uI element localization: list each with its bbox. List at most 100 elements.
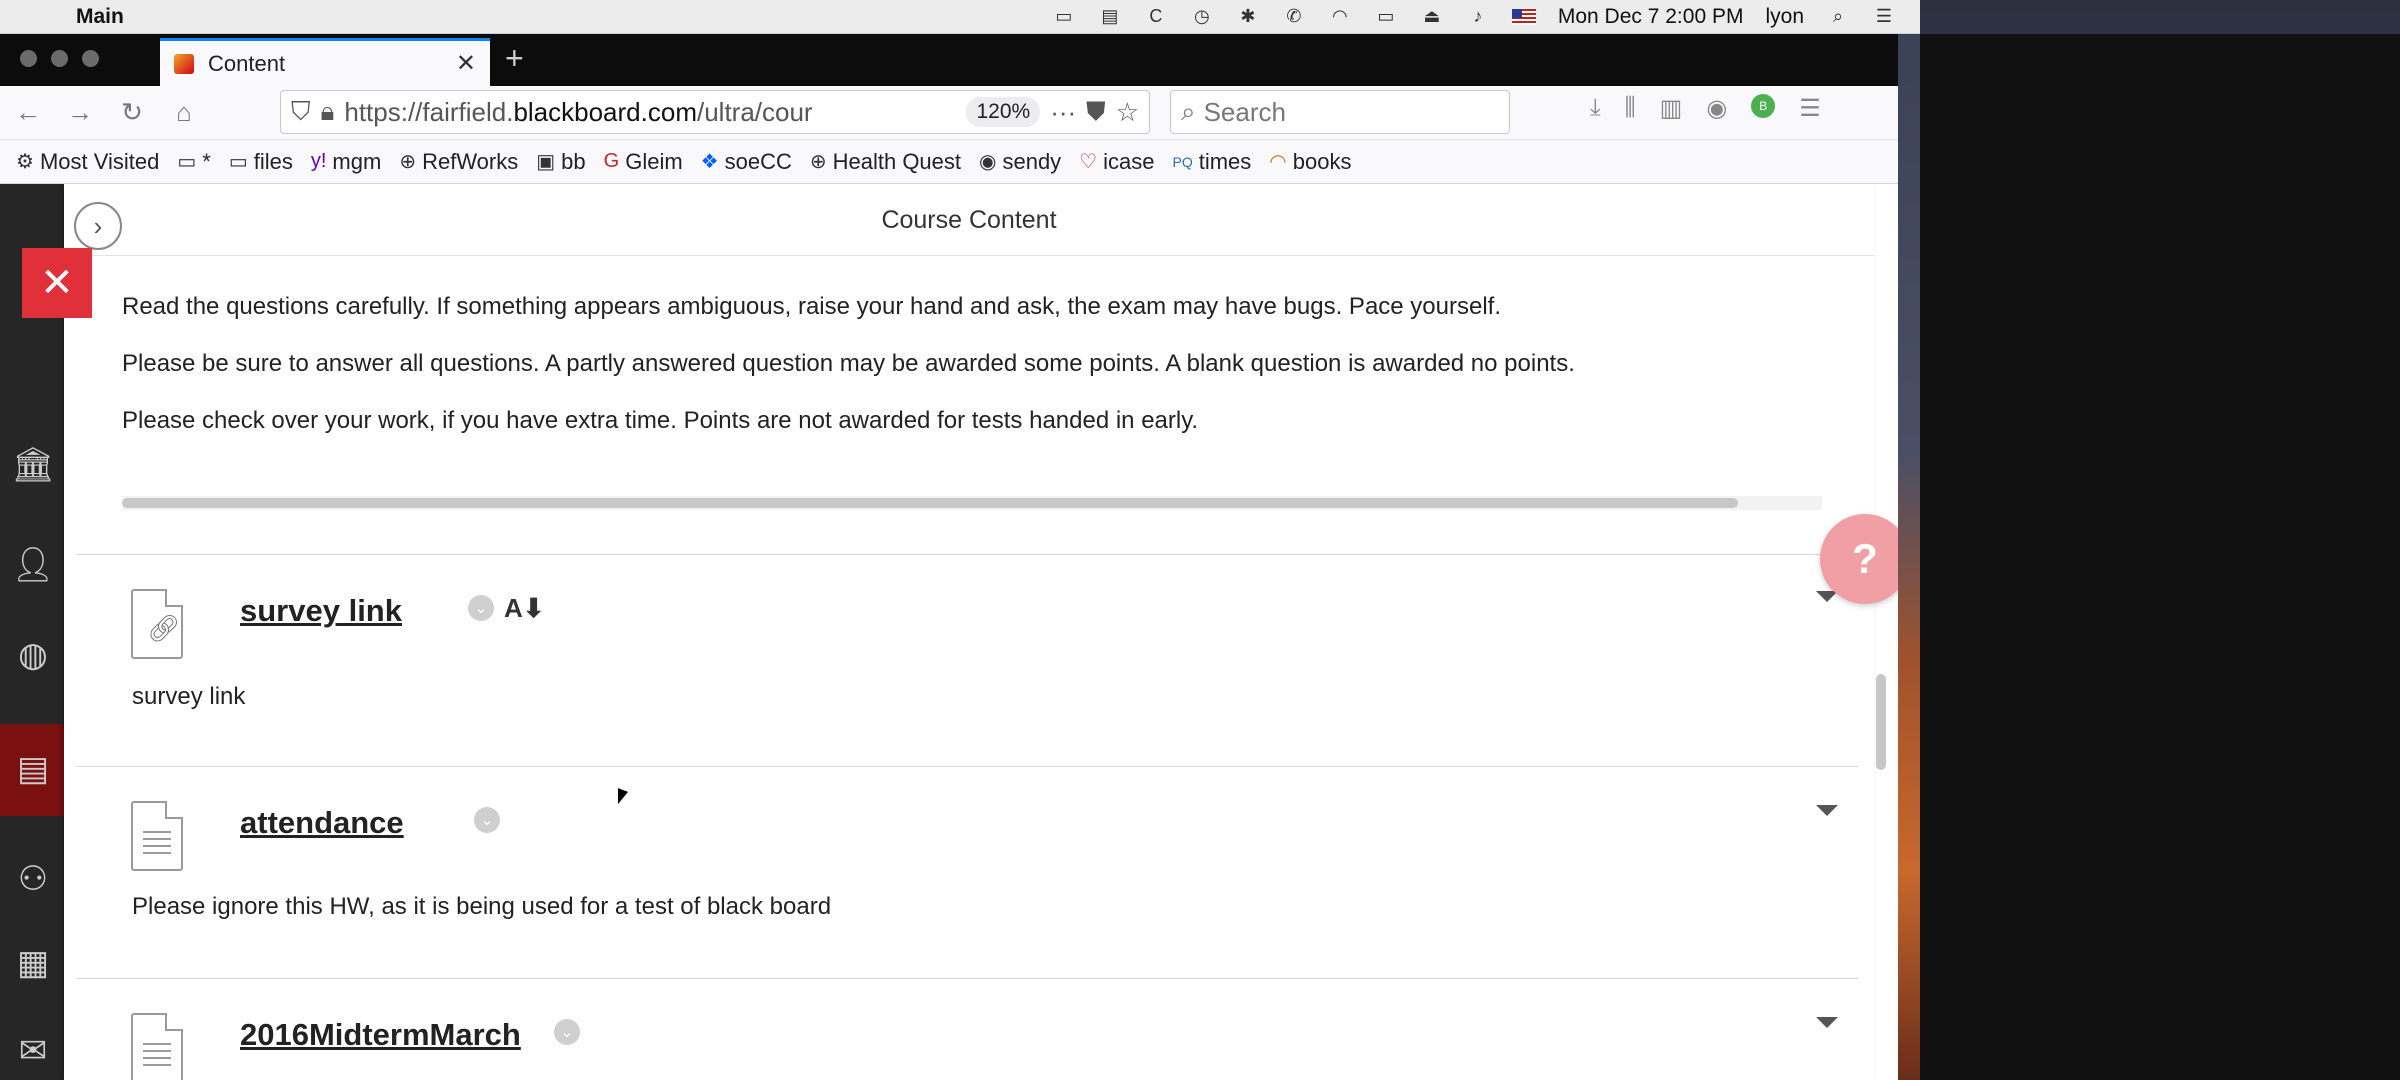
tracking-shield-icon[interactable]: ⛉ [291, 96, 311, 128]
menu-bar: Main ▭ ▤ C ◷ ✱ ✆ ◠ ▭ ⏏ ♪ Mon Dec 7 2:00 … [0, 0, 1920, 34]
content-item-attendance: attendance ⌄ Please ignore this HW, as i… [76, 766, 1858, 978]
document-lines [143, 1043, 171, 1069]
bookmark-soecc[interactable]: ❖ soeCC [701, 149, 792, 175]
panel-header: › Course Content [64, 184, 1874, 256]
bookmark-sendy[interactable]: ◉ sendy [979, 149, 1061, 175]
folder-icon: ▭ [177, 151, 197, 173]
expand-caret-icon[interactable] [1816, 805, 1838, 816]
content-item-2016midtermmarch: 2016MidtermMarch ⌄ [76, 978, 1858, 1080]
volume-icon[interactable]: ♪ [1466, 6, 1490, 27]
close-panel-button[interactable]: ✕ [22, 248, 92, 318]
input-source-flag-icon[interactable] [1511, 8, 1536, 25]
drive-icon[interactable]: ▤ [1098, 6, 1122, 27]
item-title-link[interactable]: 2016MidtermMarch [240, 1017, 521, 1053]
account-icon[interactable]: ◉ [1706, 94, 1727, 123]
messages-icon[interactable]: ✉ [14, 1032, 52, 1070]
item-options-icon[interactable]: ⌄ [546, 1019, 580, 1045]
tab-content[interactable]: Content ✕ [160, 38, 490, 86]
close-tab-icon[interactable]: ✕ [456, 49, 476, 78]
airplay-icon[interactable]: ▭ [1374, 6, 1398, 27]
instruction-line: Read the questions carefully. If somethi… [122, 293, 1502, 320]
horizontal-scrollbar[interactable] [122, 496, 1822, 510]
time-machine-icon[interactable]: ◷ [1190, 6, 1214, 27]
wifi-icon[interactable]: ◠ [1328, 6, 1352, 27]
hamburger-menu-icon[interactable]: ☰ [1799, 94, 1821, 123]
bookmark-most-visited[interactable]: ⚙ Most Visited [16, 149, 159, 175]
eject-icon[interactable]: ⏏ [1420, 6, 1444, 27]
item-title-link[interactable]: attendance [240, 805, 404, 841]
bookmark-times[interactable]: PQ times [1172, 149, 1251, 175]
expand-caret-icon[interactable] [1816, 1017, 1838, 1028]
document-lines [143, 831, 171, 857]
bookmark-gleim[interactable]: G Gleim [604, 149, 683, 175]
exam-instructions: Read the questions carefully. If somethi… [122, 256, 1822, 449]
bookmark-star-folder[interactable]: ▭ * [177, 149, 210, 175]
status-area: ▭ ▤ C ◷ ✱ ✆ ◠ ▭ ⏏ ♪ Mon Dec 7 2:00 PM ly… [1052, 5, 1920, 29]
extension-badge-icon[interactable]: B [1751, 94, 1776, 118]
bluetooth-icon[interactable]: ✱ [1236, 6, 1260, 27]
desktop-wallpaper-strip [1898, 34, 1920, 1080]
dropbox-icon: ❖ [700, 151, 719, 173]
page-actions-icon[interactable]: ··· [1050, 97, 1076, 128]
institution-icon[interactable]: 🏛︎ [11, 446, 54, 484]
download-icon[interactable]: ⤓ [1590, 94, 1601, 123]
bookmark-health-quest[interactable]: ⊕ Health Quest [810, 149, 961, 175]
item-options-icon[interactable]: ⌄ [460, 595, 494, 621]
bookmark-refworks[interactable]: ⊕ RefWorks [399, 149, 518, 175]
clipboard-icon[interactable]: C [1144, 6, 1168, 27]
groups-icon[interactable]: ⚇ [14, 860, 52, 898]
zoom-window-button[interactable] [82, 50, 99, 67]
document-icon [131, 801, 183, 871]
item-title-link[interactable]: survey link [240, 593, 402, 629]
notification-center-icon[interactable]: ☰ [1872, 6, 1896, 27]
folder-icon: ▭ [228, 151, 248, 173]
globe-icon[interactable]: ◍ [14, 636, 52, 674]
bookmark-books[interactable]: ◠ books [1269, 149, 1351, 175]
horizontal-scroll-thumb[interactable] [122, 498, 1738, 508]
phone-icon[interactable]: ✆ [1282, 6, 1306, 27]
reload-icon[interactable]: ↻ [114, 95, 150, 131]
zoom-level-indicator[interactable]: 120% [966, 97, 1041, 127]
link-document-icon: 🔗︎ [131, 589, 183, 659]
item-description: Please ignore this HW, as it is being us… [132, 893, 832, 920]
link-icon: 🔗︎ [147, 613, 181, 643]
home-icon[interactable]: ⌂ [166, 95, 202, 131]
new-tab-button[interactable]: + [505, 40, 524, 77]
window-controls [20, 50, 99, 67]
vertical-scroll-thumb[interactable] [1876, 674, 1886, 770]
profile-icon[interactable]: 👤︎ [11, 546, 54, 584]
clock[interactable]: Mon Dec 7 2:00 PM [1558, 5, 1744, 29]
back-arrow-icon[interactable]: ← [10, 95, 46, 131]
bookmark-icase[interactable]: ♡ icase [1079, 149, 1154, 175]
minimize-window-button[interactable] [51, 50, 68, 67]
tab-strip: Content ✕ + [0, 34, 1898, 86]
books-icon: ◠ [1269, 151, 1287, 173]
mouse-cursor [618, 788, 628, 808]
yahoo-icon: y! [310, 150, 327, 172]
bookmark-star-icon[interactable]: ☆ [1116, 97, 1139, 128]
bookmark-bb[interactable]: ▣ bb [536, 149, 585, 175]
pocket-icon[interactable]: ⛊ [1086, 96, 1106, 128]
lock-icon[interactable]: 🔒︎ [321, 96, 335, 128]
url-text[interactable]: https://fairfield.blackboard.com/ultra/c… [344, 97, 956, 128]
toolbar-right-icons: ⤓ ⫼ ▥ ◉ B ☰ [1590, 94, 1821, 123]
app-name[interactable]: Main [76, 5, 124, 29]
calendar-icon[interactable]: ▦ [14, 944, 52, 982]
printer-icon[interactable]: ▭ [1052, 6, 1076, 27]
close-window-button[interactable] [20, 50, 37, 67]
user-name[interactable]: lyon [1765, 5, 1804, 29]
expand-chevron-icon[interactable]: › [74, 202, 122, 250]
item-options-icon[interactable]: ⌄ [466, 807, 500, 833]
courses-icon[interactable]: ▤ [14, 750, 52, 788]
library-icon[interactable]: ⫼ [1625, 94, 1636, 123]
alternative-formats-icon[interactable]: A⬇ [504, 593, 545, 624]
bookmarks-toolbar: ⚙ Most Visited ▭ * ▭ files y! mgm ⊕ RefWorks … [0, 140, 1898, 184]
sidebar-icon[interactable]: ▥ [1660, 94, 1683, 123]
instruction-line: Please check over your work, if you have… [122, 407, 1199, 434]
bookmark-files[interactable]: ▭ files [229, 149, 293, 175]
bookmark-mgm[interactable]: y! mgm [311, 149, 381, 175]
forward-arrow-icon[interactable]: → [62, 95, 98, 131]
spotlight-search-icon[interactable]: ⌕ [1826, 6, 1850, 27]
search-input[interactable]: ⌕ Search [1170, 90, 1510, 134]
url-bar[interactable]: ⛉ 🔒︎ https://fairfield.blackboard.com/ul… [280, 90, 1150, 134]
